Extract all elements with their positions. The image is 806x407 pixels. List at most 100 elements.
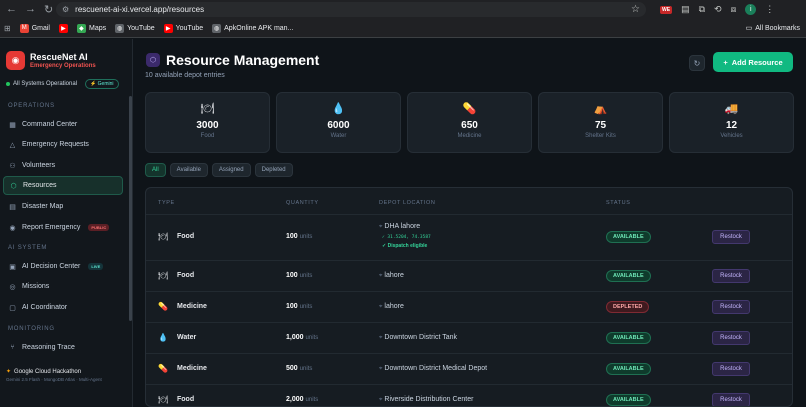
brand-subtitle: Emergency Operations <box>30 63 96 69</box>
table-row: 💊 Medicine 100 units ⌖ lahore DEPLETED Res… <box>146 291 792 322</box>
alert-icon: △ <box>9 141 16 149</box>
sidebar-scrollbar[interactable] <box>129 96 132 321</box>
forward-icon[interactable]: → <box>25 3 36 16</box>
filter-all[interactable]: All <box>145 163 166 177</box>
users-icon: ⚇ <box>9 162 16 170</box>
table-header: TYPE QUANTITY DEPOT LOCATION STATUS <box>146 188 792 214</box>
food-icon: 🍽 <box>158 271 169 280</box>
bookmark-item[interactable]: M Gmail <box>19 23 50 33</box>
globe-icon: ◍ <box>212 23 222 33</box>
refresh-icon: ↻ <box>693 58 701 68</box>
table-row: 💧 Water 1,000 units ⌖ Downtown District Ta… <box>146 322 792 353</box>
maps-icon: ◆ <box>76 23 86 33</box>
column-depot-location: DEPOT LOCATION <box>379 200 436 206</box>
filter-assigned[interactable]: Assigned <box>211 163 251 177</box>
table-row: 🍽 Food 100 units ⌖ lahore AVAILABLE Restoc… <box>146 260 792 291</box>
reload-icon[interactable]: ↻ <box>44 3 53 16</box>
menu-icon[interactable]: ⋮ <box>765 4 774 15</box>
sidebar-item-resources[interactable]: ⬡ Resources <box>3 176 123 195</box>
column-status: STATUS <box>606 200 631 206</box>
summary-card-food: 🍽 3000 Food <box>145 92 270 153</box>
bot-icon: ▢ <box>9 304 16 312</box>
cpu-icon: ▣ <box>9 263 16 271</box>
main-content: ⬡ Resource Management 10 available depot… <box>134 39 806 407</box>
system-status: All Systems Operational ⚡ Gemini <box>0 70 132 89</box>
status-badge: AVAILABLE <box>606 363 651 375</box>
dispatch-eligible: ✓ Dispatch eligible <box>382 243 428 249</box>
bookmark-item[interactable]: ◍ ApkOnline APK man... <box>212 23 293 33</box>
resources-table: TYPE QUANTITY DEPOT LOCATION STATUS 🍽 Fo… <box>145 187 793 407</box>
folder-icon: ▭ <box>745 25 753 32</box>
restock-button[interactable]: Restock <box>712 230 750 244</box>
map-pin-icon: ⌖ <box>379 224 383 230</box>
youtube-icon: ▶ <box>163 23 173 33</box>
site-info-icon[interactable]: ⚙ <box>62 5 69 14</box>
apps-icon[interactable]: ⊞ <box>4 24 11 33</box>
coordinates: ✓ 31.5204, 74.3587 <box>382 235 431 240</box>
summary-card-medicine: 💊 650 Medicine <box>407 92 532 153</box>
bookmark-item[interactable]: ▶ YouTube <box>163 23 203 33</box>
refresh-button[interactable]: ↻ <box>689 55 705 71</box>
brand: ◉ RescueNet AI Emergency Operations <box>0 39 132 70</box>
status-dot-icon <box>6 82 10 86</box>
sidebar-item-volunteers[interactable]: ⚇ Volunteers <box>3 156 123 175</box>
sidebar-item-ai-decision-center[interactable]: ▣ AI Decision Center LIVE <box>3 257 123 276</box>
extension-icon[interactable]: WE <box>660 5 673 14</box>
restock-button[interactable]: Restock <box>712 269 750 283</box>
filter-available[interactable]: Available <box>169 163 208 177</box>
document-icon[interactable]: ▤ <box>681 4 690 15</box>
section-monitoring: MONITORING <box>8 326 55 332</box>
history-icon[interactable]: ⟲ <box>714 4 722 15</box>
target-icon: ◎ <box>9 283 16 291</box>
sidebar-item-reasoning-trace[interactable]: ⑂ Reasoning Trace <box>3 338 123 357</box>
grid-icon: ▦ <box>9 121 16 129</box>
address-bar[interactable]: ⚙ rescuenet-ai-xi.vercel.app/resources ☆ <box>56 2 646 17</box>
status-badge: AVAILABLE <box>606 394 651 406</box>
profile-avatar[interactable]: i <box>745 4 757 15</box>
column-quantity: QUANTITY <box>286 200 319 206</box>
bookmark-item[interactable]: ▶ <box>58 23 68 33</box>
map-pin-icon: ⌖ <box>379 304 383 310</box>
sidebar-item-emergency-requests[interactable]: △ Emergency Requests <box>3 135 123 154</box>
back-icon[interactable]: ← <box>6 3 17 16</box>
sidebar-item-command-center[interactable]: ▦ Command Center <box>3 115 123 134</box>
restock-button[interactable]: Restock <box>712 362 750 376</box>
restock-button[interactable]: Restock <box>712 393 750 406</box>
column-type: TYPE <box>158 200 175 206</box>
bookmark-item[interactable]: ◍ YouTube <box>115 23 155 33</box>
globe-icon: ◍ <box>115 23 125 33</box>
summary-card-water: 💧 6000 Water <box>276 92 401 153</box>
report-icon: ◉ <box>9 224 16 232</box>
tent-icon: ⛺ <box>593 103 608 115</box>
url-text: rescuenet-ai-xi.vercel.app/resources <box>75 5 205 14</box>
extensions-area: WE ▤ ⧉ ⟲ ⧈ i ⋮ <box>660 4 774 15</box>
sidebar-item-ai-coordinator[interactable]: ▢ AI Coordinator <box>3 298 123 317</box>
status-badge: AVAILABLE <box>606 332 651 344</box>
brand-title: RescueNet AI <box>30 52 88 62</box>
public-badge: PUBLIC <box>88 224 110 231</box>
water-drop-icon: 💧 <box>158 333 168 342</box>
sidebar-item-disaster-map[interactable]: ▤ Disaster Map <box>3 197 123 216</box>
puzzle-icon[interactable]: ⧉ <box>699 4 705 15</box>
food-icon: 🍽 <box>158 232 169 241</box>
gemini-badge: ⚡ Gemini <box>85 79 119 89</box>
add-resource-button[interactable]: + Add Resource <box>713 52 793 72</box>
tab-search-icon[interactable]: ⧈ <box>731 4 737 15</box>
status-badge: AVAILABLE <box>606 270 651 282</box>
browser-toolbar: ← → ↻ ⚙ rescuenet-ai-xi.vercel.app/resou… <box>0 0 806 19</box>
browser-nav: ← → ↻ <box>0 3 56 16</box>
sidebar-item-report-emergency[interactable]: ◉ Report Emergency PUBLIC <box>3 218 123 237</box>
restock-button[interactable]: Restock <box>712 331 750 345</box>
bookmark-star-icon[interactable]: ☆ <box>631 4 640 15</box>
restock-button[interactable]: Restock <box>712 300 750 314</box>
box-icon: ⬡ <box>146 53 160 67</box>
filter-depleted[interactable]: Depleted <box>254 163 293 177</box>
bookmark-item[interactable]: ◆ Maps <box>76 23 106 33</box>
plus-icon: + <box>723 57 728 67</box>
sidebar-item-missions[interactable]: ◎ Missions <box>3 277 123 296</box>
table-row: 💊 Medicine 500 units ⌖ Downtown District M… <box>146 353 792 384</box>
map-pin-icon: ⌖ <box>379 273 383 279</box>
all-bookmarks[interactable]: ▭ All Bookmarks <box>745 24 800 33</box>
map-pin-icon: ⌖ <box>379 397 383 403</box>
table-row: 🍽 Food 2,000 units ⌖ Riverside Distributio… <box>146 384 792 406</box>
